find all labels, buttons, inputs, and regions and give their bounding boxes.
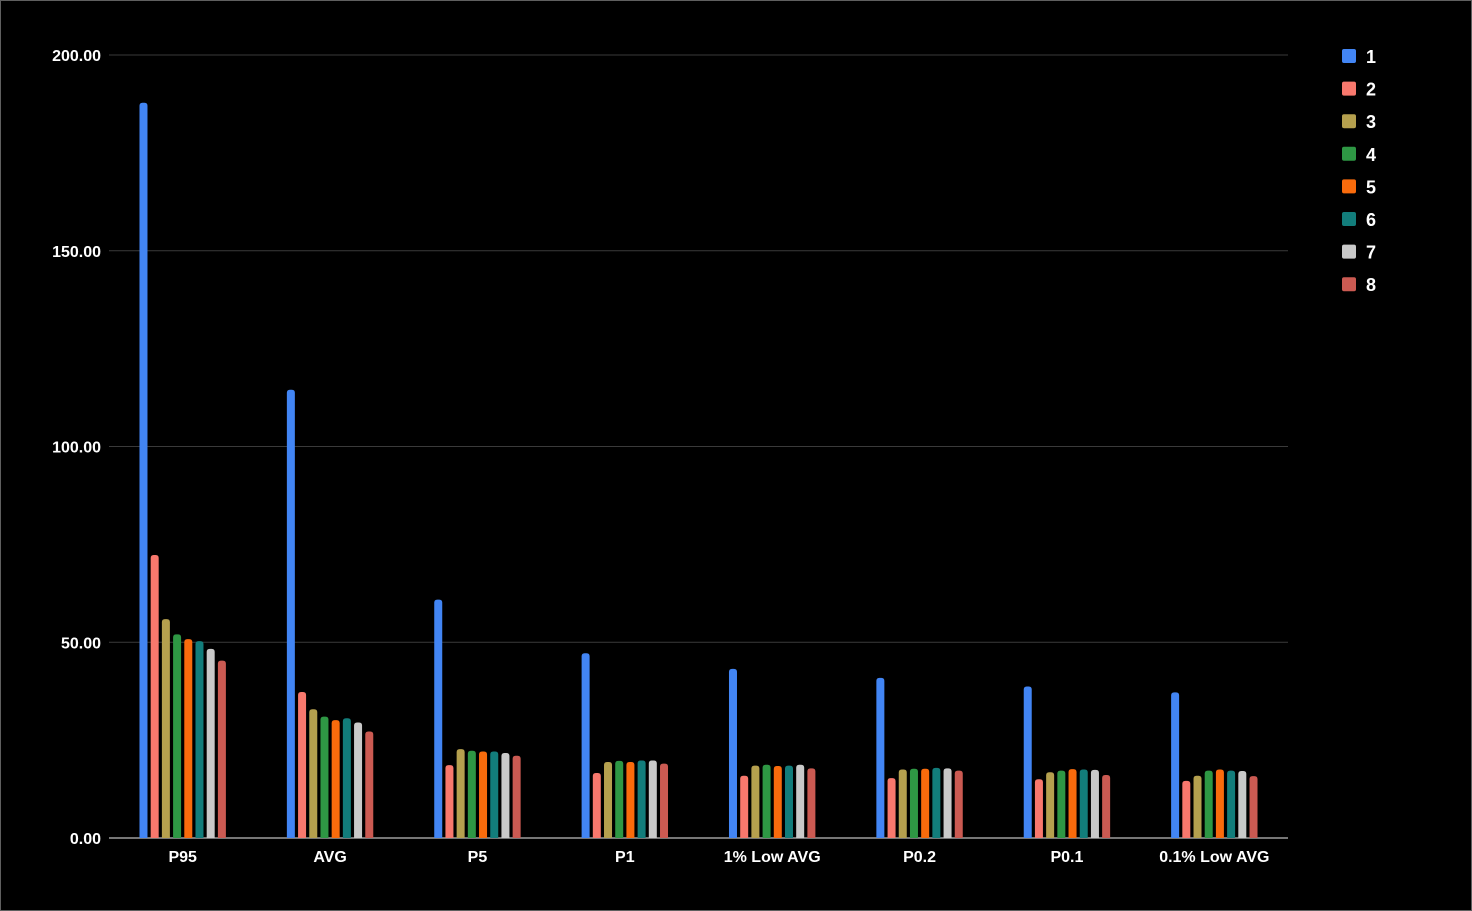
bar-series-4-6 — [1057, 770, 1066, 838]
bar-series-8-6 — [1102, 774, 1111, 838]
bar-series-2-4 — [740, 775, 749, 838]
bar-series-1-7 — [1171, 692, 1180, 838]
bar-series-5-1 — [331, 720, 340, 838]
bar-series-5-7 — [1215, 769, 1224, 838]
x-tick-label: 1% Low AVG — [724, 849, 821, 866]
bar-series-7-1 — [354, 722, 363, 838]
bar-series-2-1 — [298, 691, 307, 838]
bar-series-2-5 — [887, 778, 896, 838]
bar-series-5-3 — [626, 762, 635, 838]
x-tick-label: P1 — [615, 849, 635, 866]
bar-series-3-3 — [604, 762, 613, 838]
bar-series-1-2 — [434, 599, 443, 838]
bar-series-8-1 — [365, 731, 374, 838]
bar-series-8-0 — [217, 660, 226, 838]
y-tick-label: 150.00 — [52, 244, 101, 261]
legend-swatch-4 — [1342, 146, 1356, 161]
bar-series-4-5 — [909, 768, 918, 838]
legend-label-7: 7 — [1366, 243, 1376, 263]
legend-label-4: 4 — [1366, 145, 1376, 165]
bar-series-1-1 — [286, 389, 295, 838]
bar-series-3-4 — [751, 765, 760, 838]
legend-swatch-2 — [1342, 81, 1356, 96]
x-tick-label: P0.1 — [1050, 849, 1083, 866]
bar-series-8-7 — [1249, 776, 1258, 838]
bar-series-3-7 — [1193, 775, 1202, 838]
bar-series-8-5 — [954, 770, 963, 838]
legend-swatch-3 — [1342, 114, 1356, 129]
bar-series-8-3 — [660, 763, 669, 838]
x-tick-label: P5 — [468, 849, 488, 866]
chart-container: 0.00 50.00 100.00 150.00 200.00 P95 AVG P5 P1 1% … — [0, 0, 1472, 911]
bar-series-7-6 — [1090, 769, 1099, 838]
bar-series-6-2 — [490, 751, 499, 838]
bar-series-7-7 — [1238, 771, 1247, 838]
legend-label-6: 6 — [1366, 210, 1376, 230]
bar-series-4-7 — [1204, 770, 1213, 838]
bar-series-2-6 — [1034, 779, 1043, 838]
bar-series-2-2 — [445, 765, 454, 838]
legend-swatch-6 — [1342, 212, 1356, 226]
bar-series-4-1 — [320, 716, 329, 838]
bar-series-2-7 — [1182, 780, 1191, 838]
y-tick-label: 200.00 — [52, 48, 101, 65]
bar-series-6-4 — [784, 765, 793, 838]
legend-swatch-7 — [1342, 244, 1356, 259]
y-tick-label: 50.00 — [61, 635, 101, 652]
bar-series-3-5 — [898, 769, 907, 838]
bar-series-5-6 — [1068, 769, 1077, 838]
bar-series-7-5 — [943, 768, 952, 838]
bar-series-7-3 — [648, 760, 657, 838]
x-tick-label: P95 — [168, 849, 197, 866]
bar-series-4-0 — [173, 634, 182, 838]
bar-series-6-6 — [1079, 769, 1088, 838]
legend-label-8: 8 — [1366, 275, 1376, 295]
bar-series-6-7 — [1227, 770, 1236, 838]
bar-series-1-6 — [1023, 686, 1032, 838]
bar-series-1-3 — [581, 653, 590, 838]
bar-series-6-1 — [342, 718, 351, 838]
legend-swatch-5 — [1342, 179, 1356, 194]
bar-series-5-4 — [773, 765, 782, 838]
bar-series-1-0 — [139, 102, 148, 838]
bar-series-7-4 — [796, 764, 805, 838]
bar-series-8-2 — [512, 755, 521, 838]
bar-series-6-0 — [195, 641, 204, 838]
bar-series-5-5 — [921, 768, 930, 838]
bar-series-3-6 — [1046, 772, 1055, 838]
bar-series-4-2 — [467, 750, 476, 838]
legend-swatch-8 — [1342, 277, 1356, 292]
bar-series-5-0 — [184, 639, 193, 838]
bar-chart: 0.00 50.00 100.00 150.00 200.00 P95 AVG P5 P1 1% … — [52, 47, 1376, 866]
bar-series-4-3 — [615, 760, 624, 838]
bar-series-7-2 — [501, 753, 510, 838]
bar-series-4-4 — [762, 764, 771, 838]
legend-label-1: 1 — [1366, 47, 1376, 67]
legend-label-3: 3 — [1366, 112, 1376, 132]
bar-series-6-5 — [932, 767, 941, 838]
y-tick-label: 0.00 — [70, 831, 101, 848]
x-tick-label: 0.1% Low AVG — [1159, 849, 1269, 866]
bar-series-3-1 — [309, 709, 318, 838]
legend-swatch-1 — [1342, 49, 1356, 63]
legend-label-2: 2 — [1366, 80, 1376, 100]
bar-series-2-3 — [592, 773, 601, 838]
bar-series-3-2 — [456, 749, 465, 838]
bar-series-3-0 — [161, 619, 170, 838]
bar-series-5-2 — [479, 751, 488, 838]
x-tick-label: AVG — [313, 849, 346, 866]
x-tick-label: P0.2 — [903, 849, 936, 866]
bar-series-2-0 — [150, 554, 159, 838]
y-tick-label: 100.00 — [52, 440, 101, 457]
bar-series-6-3 — [637, 760, 646, 838]
legend-label-5: 5 — [1366, 177, 1376, 197]
bar-series-1-5 — [876, 677, 885, 838]
bar-series-1-4 — [728, 668, 737, 838]
bar-series-7-0 — [206, 648, 215, 838]
bar-series-8-4 — [807, 768, 816, 838]
